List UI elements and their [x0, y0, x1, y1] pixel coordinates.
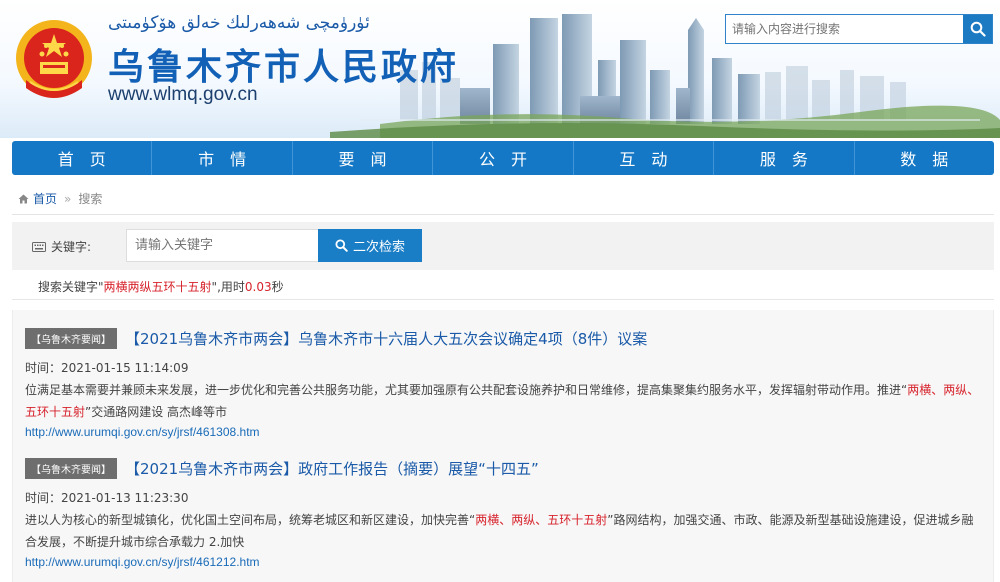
- home-icon: [18, 194, 29, 203]
- result-category-tag: 【乌鲁木齐要闻】: [25, 458, 117, 479]
- site-search-button[interactable]: [963, 15, 992, 43]
- site-search-box: [725, 14, 993, 44]
- keyword-input[interactable]: [126, 229, 320, 262]
- stats-keyword: 两横两纵五环十五射: [103, 280, 212, 294]
- breadcrumb-home-link[interactable]: 首页: [18, 190, 57, 207]
- site-search-input[interactable]: [726, 15, 964, 43]
- nav-item-data[interactable]: 数据: [855, 141, 994, 175]
- search-icon: [970, 21, 986, 37]
- nav-item-interact[interactable]: 互动: [574, 141, 715, 175]
- result-title-link[interactable]: 【2021乌鲁木齐市两会】乌鲁木齐市十六届人大五次会议确定4项（8件）议案: [125, 328, 647, 349]
- main-navigation: 首页 市情 要闻 公开 互动 服务 数据: [12, 141, 994, 175]
- secondary-search-button[interactable]: 二次检索: [318, 229, 422, 262]
- result-title-link[interactable]: 【2021乌鲁木齐市两会】政府工作报告（摘要）展望“十四五”: [125, 458, 539, 479]
- keyword-filter-bar: 关键字: 二次检索: [12, 222, 994, 270]
- search-results-list: 【乌鲁木齐要闻】 【2021乌鲁木齐市两会】乌鲁木齐市十六届人大五次会议确定4项…: [12, 310, 994, 582]
- nav-item-city-info[interactable]: 市情: [152, 141, 293, 175]
- breadcrumb-current: 搜索: [78, 192, 103, 206]
- breadcrumb-separator: »: [64, 191, 72, 206]
- site-title: 乌鲁木齐市人民政府: [108, 47, 460, 88]
- search-stats: 搜索关键字"两横两纵五环十五射",用时0.03秒: [12, 270, 994, 300]
- keyword-label: 关键字:: [32, 238, 91, 255]
- search-result-item: 【乌鲁木齐要闻】 【2021乌鲁木齐市两会】乌鲁木齐市十六届人大五次会议确定4项…: [25, 328, 985, 439]
- result-url-link[interactable]: http://www.urumqi.gov.cn/sy/jrsf/461212.…: [25, 555, 985, 569]
- nav-item-public[interactable]: 公开: [433, 141, 574, 175]
- national-emblem-logo: [16, 20, 92, 98]
- nav-item-home[interactable]: 首页: [12, 141, 153, 175]
- nav-item-service[interactable]: 服务: [714, 141, 855, 175]
- keyboard-icon: [32, 241, 46, 252]
- nav-item-news[interactable]: 要闻: [293, 141, 434, 175]
- result-description: 位满足基本需要并兼顾未来发展，进一步优化和完善公共服务功能，尤其要加强原有公共配…: [25, 379, 985, 423]
- result-desc-highlight: 两横、两纵、五环十五射: [475, 513, 608, 527]
- result-desc-text-end: ”交通路网建设 高杰峰等市: [85, 405, 228, 419]
- breadcrumb-home-label: 首页: [33, 192, 58, 206]
- result-description: 进以人为核心的新型城镇化，优化国土空间布局，统筹老城区和新区建设，加快完善“两横…: [25, 509, 985, 553]
- breadcrumb-divider: [12, 214, 994, 215]
- result-url-link[interactable]: http://www.urumqi.gov.cn/sy/jrsf/461308.…: [25, 425, 985, 439]
- site-header: ئۈرۈمچى شەھەرلىك خەلق ھۆكۈمىتى 乌鲁木齐市人民政府…: [0, 0, 1000, 138]
- stats-middle: ",用时: [211, 280, 245, 294]
- result-desc-text: 位满足基本需要并兼顾未来发展，进一步优化和完善公共服务功能，尤其要加强原有公共配…: [25, 383, 908, 397]
- stats-unit: 秒: [271, 280, 284, 294]
- stats-prefix: 搜索关键字": [38, 280, 104, 294]
- result-desc-text: 进以人为核心的新型城镇化，优化国土空间布局，统筹老城区和新区建设，加快完善“: [25, 513, 476, 527]
- stats-time: 0.03: [244, 280, 272, 294]
- search-icon: [335, 239, 348, 252]
- site-url: www.wlmq.gov.cn: [108, 84, 258, 105]
- secondary-search-label: 二次检索: [352, 240, 405, 255]
- result-time: 时间：2021-01-13 11:23:30: [25, 491, 189, 505]
- search-result-item: 【乌鲁木齐要闻】 【2021乌鲁木齐市两会】政府工作报告（摘要）展望“十四五” …: [25, 458, 985, 569]
- result-time: 时间：2021-01-15 11:14:09: [25, 361, 189, 375]
- result-category-tag: 【乌鲁木齐要闻】: [25, 328, 117, 349]
- breadcrumb: 首页 » 搜索: [18, 190, 102, 207]
- keyword-label-text: 关键字:: [51, 240, 92, 254]
- uyghur-site-title: ئۈرۈمچى شەھەرلىك خەلق ھۆكۈمىتى: [108, 13, 370, 33]
- result-title-row: 【乌鲁木齐要闻】 【2021乌鲁木齐市两会】政府工作报告（摘要）展望“十四五”: [25, 458, 985, 479]
- result-title-row: 【乌鲁木齐要闻】 【2021乌鲁木齐市两会】乌鲁木齐市十六届人大五次会议确定4项…: [25, 328, 985, 349]
